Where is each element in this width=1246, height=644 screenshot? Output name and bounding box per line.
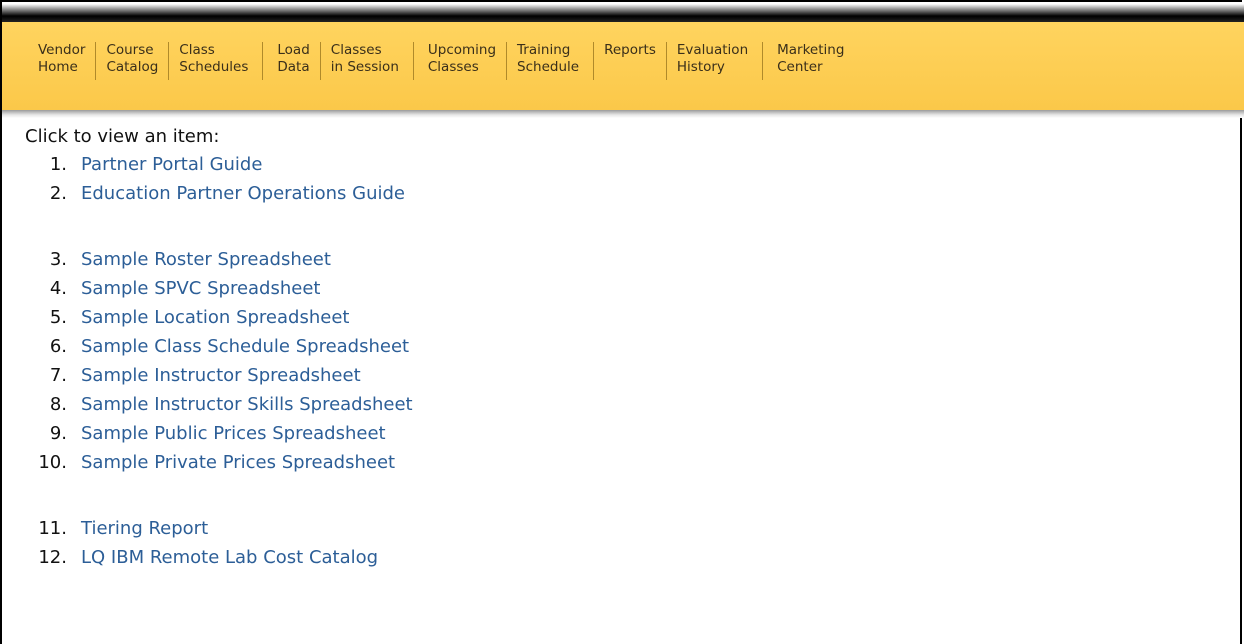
item-link-sample-public-prices-spreadsheet[interactable]: Sample Public Prices Spreadsheet (81, 419, 386, 448)
item-link-partner-portal-guide[interactable]: Partner Portal Guide (81, 150, 262, 179)
nav-label-line2: in Session (330, 59, 399, 75)
list-item: 11. Tiering Report (25, 514, 413, 543)
item-link-sample-instructor-spreadsheet[interactable]: Sample Instructor Spreadsheet (81, 361, 361, 390)
nav-label-line2: Schedule (517, 59, 580, 75)
nav-shadow (2, 110, 1244, 118)
nav-item-classes-in-session[interactable]: Classes in Session (319, 42, 413, 80)
nav-item-reports[interactable]: Reports (593, 42, 666, 80)
list-item: 12. LQ IBM Remote Lab Cost Catalog (25, 543, 413, 572)
item-link-sample-location-spreadsheet[interactable]: Sample Location Spreadsheet (81, 303, 349, 332)
item-number: 5. (49, 307, 67, 328)
nav-item-vendor-home[interactable]: Vendor Home (32, 42, 95, 80)
nav-item-marketing-center[interactable]: Marketing Center (762, 42, 854, 80)
item-link-tiering-report[interactable]: Tiering Report (81, 514, 208, 543)
main-content: Click to view an item: 1. Partner Portal… (25, 126, 413, 572)
item-number: 2. (49, 183, 67, 204)
list-item: 9. Sample Public Prices Spreadsheet (25, 419, 413, 448)
list-item: 8. Sample Instructor Skills Spreadsheet (25, 390, 413, 419)
nav-item-evaluation-history[interactable]: Evaluation History (665, 42, 762, 80)
list-item: 10. Sample Private Prices Spreadsheet (25, 448, 413, 477)
item-number: 3. (49, 249, 67, 270)
item-link-education-partner-operations-guide[interactable]: Education Partner Operations Guide (81, 179, 405, 208)
item-number: 7. (49, 365, 67, 386)
nav-label-line1: Course (106, 42, 154, 58)
nav-items: Vendor Home Course Catalog Class Schedul… (32, 42, 854, 80)
intro-text: Click to view an item: (25, 126, 220, 147)
nav-label-line1: Load (277, 42, 310, 58)
list-item: 2. Education Partner Operations Guide (25, 179, 413, 208)
nav-item-training-schedule[interactable]: Training Schedule (506, 42, 593, 80)
nav-label-line1: Class (179, 42, 215, 58)
nav-label-line1: Upcoming (427, 42, 497, 58)
item-link-sample-class-schedule-spreadsheet[interactable]: Sample Class Schedule Spreadsheet (81, 332, 409, 361)
nav-label-line1: Marketing (777, 42, 845, 58)
list-item: 1. Partner Portal Guide (25, 150, 413, 179)
item-link-sample-private-prices-spreadsheet[interactable]: Sample Private Prices Spreadsheet (81, 448, 395, 477)
main-navigation: Vendor Home Course Catalog Class Schedul… (2, 22, 1244, 110)
top-border-band (2, 2, 1244, 22)
nav-label-line2: Data (277, 59, 310, 75)
document-list: 1. Partner Portal Guide 2. Education Par… (25, 150, 413, 572)
list-item: 5. Sample Location Spreadsheet (25, 303, 413, 332)
item-number: 10. (38, 452, 67, 473)
nav-label-line1: Vendor (38, 42, 86, 58)
list-item: 7. Sample Instructor Spreadsheet (25, 361, 413, 390)
item-number: 8. (49, 394, 67, 415)
item-number: 12. (38, 547, 67, 568)
item-number: 9. (49, 423, 67, 444)
nav-label-line1: Reports (604, 42, 656, 58)
item-link-sample-roster-spreadsheet[interactable]: Sample Roster Spreadsheet (81, 245, 331, 274)
nav-item-upcoming-classes[interactable]: Upcoming Classes (412, 42, 506, 80)
item-link-sample-instructor-skills-spreadsheet[interactable]: Sample Instructor Skills Spreadsheet (81, 390, 413, 419)
nav-label-line1: Classes (330, 42, 382, 58)
item-link-sample-spvc-spreadsheet[interactable]: Sample SPVC Spreadsheet (81, 274, 320, 303)
item-number: 1. (49, 154, 67, 175)
list-item: 6. Sample Class Schedule Spreadsheet (25, 332, 413, 361)
nav-item-load-data[interactable]: Load Data (262, 42, 319, 80)
nav-item-course-catalog[interactable]: Course Catalog (95, 42, 168, 80)
item-number: 11. (38, 518, 67, 539)
nav-label-line1: Training (517, 42, 571, 58)
list-item: 4. Sample SPVC Spreadsheet (25, 274, 413, 303)
nav-item-class-schedules[interactable]: Class Schedules (168, 42, 262, 80)
nav-label-line2: Catalog (106, 59, 159, 75)
item-link-lq-ibm-remote-lab-cost-catalog[interactable]: LQ IBM Remote Lab Cost Catalog (81, 543, 378, 572)
nav-label-line2: Schedules (179, 59, 249, 75)
item-number: 4. (49, 278, 67, 299)
nav-label-line2: History (676, 59, 725, 75)
item-number: 6. (49, 336, 67, 357)
nav-label-line2: Classes (427, 59, 479, 75)
nav-label-line2: Home (38, 59, 78, 75)
list-item: 3. Sample Roster Spreadsheet (25, 245, 413, 274)
nav-label-line1: Evaluation (676, 42, 749, 58)
nav-label-line2: Center (777, 59, 823, 75)
